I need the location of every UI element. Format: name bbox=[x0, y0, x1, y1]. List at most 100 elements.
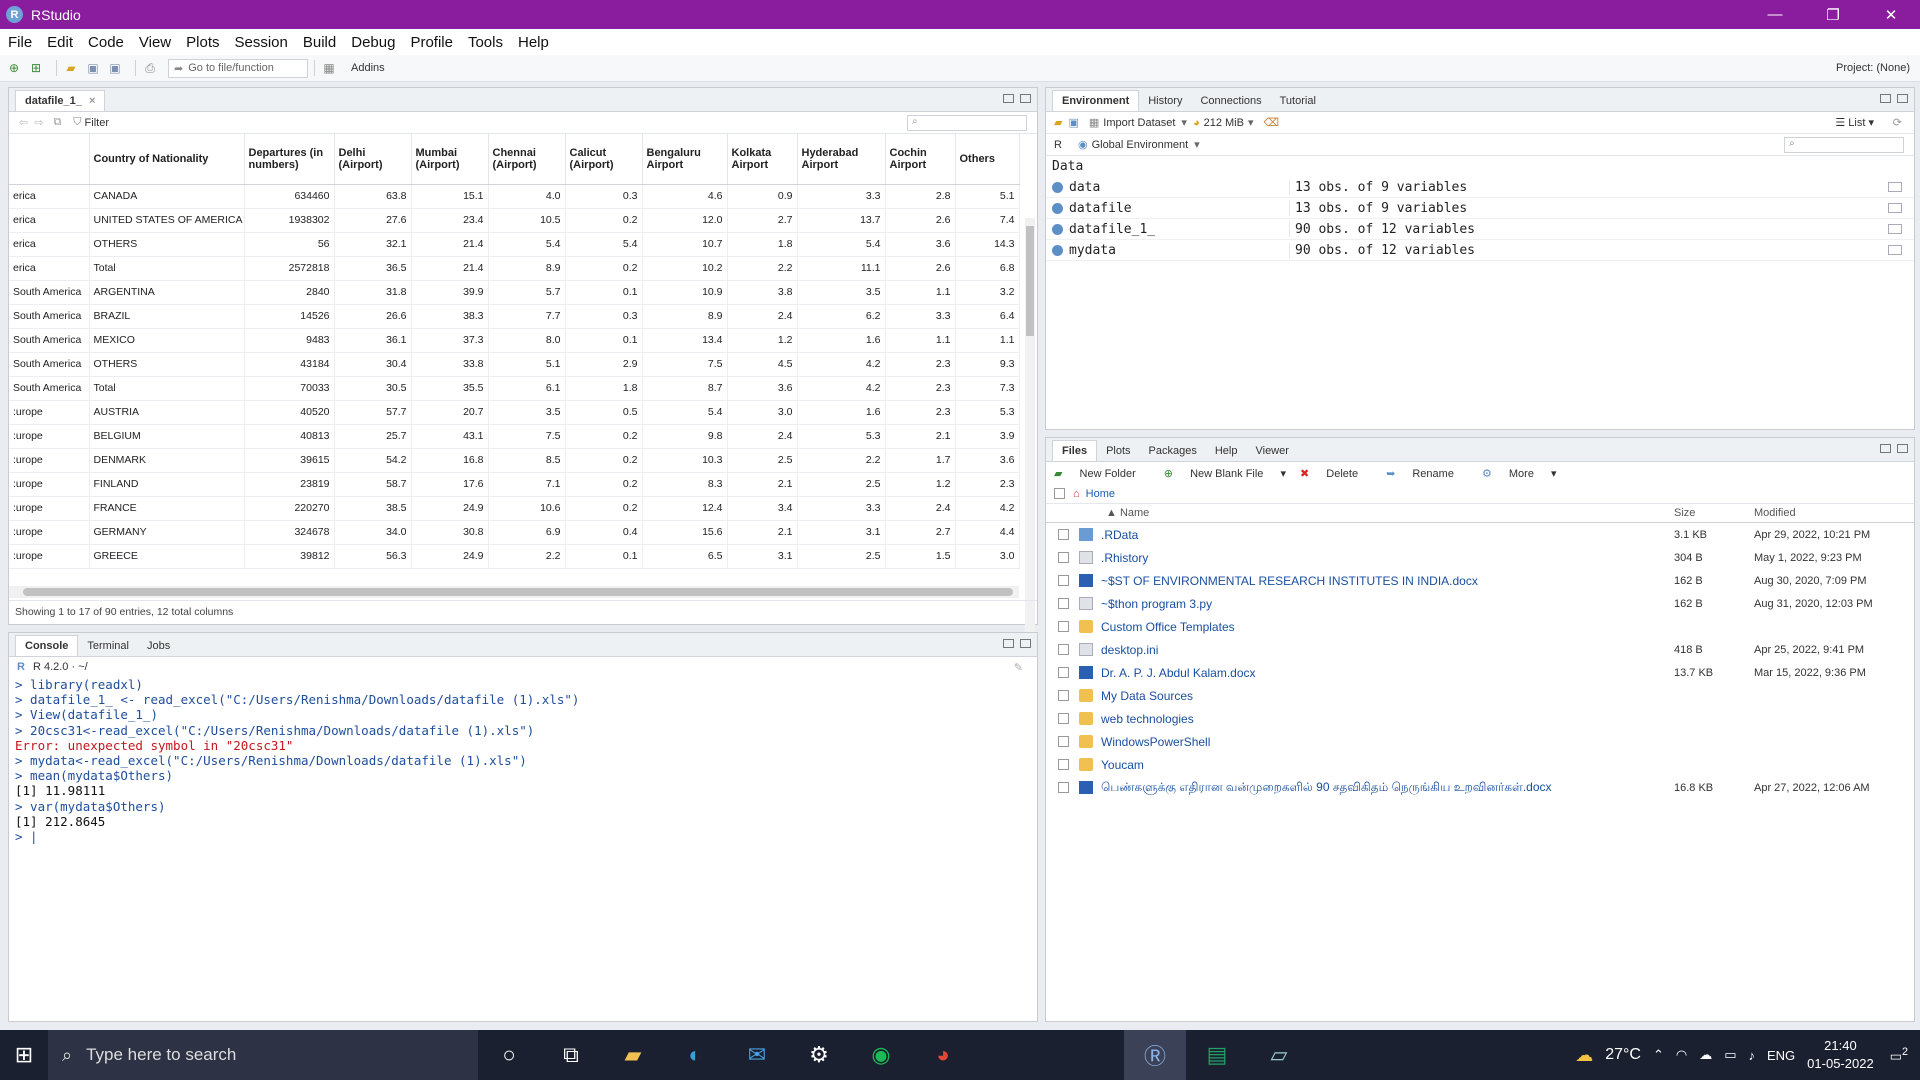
file-row[interactable]: desktop.ini 418 B Apr 25, 2022, 9:41 PM bbox=[1046, 638, 1914, 661]
view-table-icon[interactable] bbox=[1888, 224, 1902, 234]
excel-icon[interactable]: ▤ bbox=[1186, 1030, 1248, 1080]
file-name-link[interactable]: ~$thon program 3.py bbox=[1101, 597, 1671, 611]
file-checkbox[interactable] bbox=[1058, 736, 1069, 747]
column-header[interactable]: Kolkata Airport bbox=[727, 134, 798, 185]
save-workspace-icon[interactable]: ▣ bbox=[1068, 116, 1078, 129]
file-row[interactable]: Youcam bbox=[1046, 753, 1914, 776]
minimize-pane-icon[interactable] bbox=[1880, 444, 1891, 453]
column-header[interactable]: Others bbox=[955, 134, 1020, 185]
tab-datafile[interactable]: datafile_1_ × bbox=[15, 90, 106, 111]
column-modified-header[interactable]: Modified bbox=[1754, 507, 1796, 519]
menu-code[interactable]: Code bbox=[88, 34, 124, 51]
column-header[interactable]: Delhi (Airport) bbox=[334, 134, 412, 185]
file-checkbox[interactable] bbox=[1058, 690, 1069, 701]
file-name-link[interactable]: .Rhistory bbox=[1101, 551, 1671, 565]
file-row[interactable]: .RData 3.1 KB Apr 29, 2022, 10:21 PM bbox=[1046, 523, 1914, 546]
file-checkbox[interactable] bbox=[1058, 575, 1069, 586]
menu-file[interactable]: File bbox=[8, 34, 32, 51]
file-checkbox[interactable] bbox=[1058, 552, 1069, 563]
column-header[interactable]: Mumbai (Airport) bbox=[411, 134, 489, 185]
viewer-search-input[interactable]: ⌕ bbox=[907, 115, 1027, 131]
addins-menu[interactable]: Addins bbox=[351, 62, 385, 74]
view-table-icon[interactable] bbox=[1888, 203, 1902, 213]
maximize-button[interactable]: ❐ bbox=[1804, 0, 1862, 29]
tab-help[interactable]: Help bbox=[1206, 441, 1247, 461]
tab-packages[interactable]: Packages bbox=[1140, 441, 1206, 461]
maximize-pane-icon[interactable] bbox=[1020, 94, 1031, 103]
file-checkbox[interactable] bbox=[1058, 782, 1069, 793]
file-name-link[interactable]: web technologies bbox=[1101, 712, 1671, 726]
menu-tools[interactable]: Tools bbox=[468, 34, 503, 51]
column-header[interactable]: Chennai (Airport) bbox=[488, 134, 566, 185]
column-header[interactable]: Departures (in numbers) bbox=[244, 134, 335, 185]
env-variable-row[interactable]: mydata 90 obs. of 12 variables bbox=[1046, 240, 1914, 261]
save-all-icon[interactable]: ▣ bbox=[107, 60, 123, 76]
file-name-link[interactable]: Youcam bbox=[1101, 758, 1671, 772]
task-view-icon[interactable]: ⧉ bbox=[540, 1030, 602, 1080]
language-dropdown[interactable]: R bbox=[1054, 139, 1062, 151]
mail-icon[interactable]: ✉ bbox=[726, 1030, 788, 1080]
import-dataset-button[interactable]: Import Dataset bbox=[1103, 117, 1175, 129]
taskbar-search[interactable]: ⌕ Type here to search bbox=[48, 1030, 478, 1080]
menu-view[interactable]: View bbox=[139, 34, 171, 51]
settings-gear-icon[interactable]: ⚙ bbox=[788, 1030, 850, 1080]
new-folder-button[interactable]: ▰ New Folder bbox=[1054, 467, 1150, 480]
tab-terminal[interactable]: Terminal bbox=[78, 636, 138, 656]
select-all-checkbox[interactable] bbox=[1054, 488, 1065, 499]
env-variable-row[interactable]: datafile 13 obs. of 9 variables bbox=[1046, 198, 1914, 219]
spotify-icon[interactable]: ◉ bbox=[850, 1030, 912, 1080]
file-row[interactable]: web technologies bbox=[1046, 707, 1914, 730]
view-mode-dropdown[interactable]: ☰ List ▾ bbox=[1835, 116, 1874, 129]
delete-button[interactable]: ✖ Delete bbox=[1300, 467, 1372, 480]
file-name-link[interactable]: ~$ST OF ENVIRONMENTAL RESEARCH INSTITUTE… bbox=[1101, 574, 1671, 588]
workspace-panes-icon[interactable]: ▦ bbox=[321, 60, 337, 76]
file-row[interactable]: Custom Office Templates bbox=[1046, 615, 1914, 638]
menu-session[interactable]: Session bbox=[235, 34, 288, 51]
file-name-link[interactable]: Dr. A. P. J. Abdul Kalam.docx bbox=[1101, 666, 1671, 680]
cortana-icon[interactable]: ○ bbox=[478, 1030, 540, 1080]
env-variable-row[interactable]: data 13 obs. of 9 variables bbox=[1046, 177, 1914, 198]
file-name-link[interactable]: WindowsPowerShell bbox=[1101, 735, 1671, 749]
memory-usage[interactable]: 212 MiB bbox=[1204, 117, 1244, 129]
more-button[interactable]: ⚙ More ▾ bbox=[1482, 467, 1557, 480]
language-indicator[interactable]: ENG bbox=[1767, 1048, 1795, 1063]
file-row[interactable]: My Data Sources bbox=[1046, 684, 1914, 707]
load-workspace-icon[interactable]: ▰ bbox=[1054, 116, 1062, 129]
menu-build[interactable]: Build bbox=[303, 34, 336, 51]
tab-jobs[interactable]: Jobs bbox=[138, 636, 179, 656]
print-icon[interactable]: ⎙ bbox=[142, 60, 158, 76]
clear-console-icon[interactable]: ✎ bbox=[1014, 661, 1023, 674]
file-row[interactable]: பெண்களுக்கு எதிரான வன்முறைகளில் 90 சதவிக… bbox=[1046, 776, 1914, 799]
menu-edit[interactable]: Edit bbox=[47, 34, 73, 51]
file-name-link[interactable]: My Data Sources bbox=[1101, 689, 1671, 703]
column-header[interactable]: Country of Nationality bbox=[89, 134, 245, 185]
minimize-button[interactable]: — bbox=[1746, 0, 1804, 29]
file-row[interactable]: WindowsPowerShell bbox=[1046, 730, 1914, 753]
path-home-link[interactable]: Home bbox=[1086, 488, 1115, 500]
weather-temp[interactable]: 27°C bbox=[1605, 1046, 1641, 1064]
open-file-icon[interactable]: ▰ bbox=[63, 60, 79, 76]
file-name-link[interactable]: desktop.ini bbox=[1101, 643, 1671, 657]
battery-icon[interactable]: ▭ bbox=[1724, 1047, 1736, 1063]
new-blank-file-button[interactable]: ⊕ New Blank File ▾ bbox=[1164, 467, 1286, 480]
column-header[interactable]: Bengaluru Airport bbox=[642, 134, 728, 185]
tab-environment[interactable]: Environment bbox=[1052, 90, 1140, 111]
close-button[interactable]: ✕ bbox=[1862, 0, 1920, 29]
file-name-link[interactable]: பெண்களுக்கு எதிரான வன்முறைகளில் 90 சதவிக… bbox=[1101, 780, 1671, 796]
file-checkbox[interactable] bbox=[1058, 529, 1069, 540]
column-header[interactable]: Hyderabad Airport bbox=[797, 134, 886, 185]
back-arrow-icon[interactable]: ⇦ bbox=[19, 116, 28, 129]
forward-arrow-icon[interactable]: ⇨ bbox=[34, 116, 43, 129]
windows-start-icon[interactable]: ⊞ bbox=[0, 1030, 48, 1080]
column-size-header[interactable]: Size bbox=[1674, 507, 1695, 519]
expand-icon[interactable] bbox=[1052, 223, 1063, 235]
file-checkbox[interactable] bbox=[1058, 713, 1069, 724]
clock[interactable]: 21:40 01-05-2022 bbox=[1807, 1037, 1874, 1073]
column-header[interactable]: Cochin Airport bbox=[885, 134, 956, 185]
expand-icon[interactable] bbox=[1052, 202, 1063, 214]
view-table-icon[interactable] bbox=[1888, 182, 1902, 192]
column-header[interactable] bbox=[9, 134, 90, 185]
expand-icon[interactable] bbox=[1052, 181, 1063, 193]
minimize-pane-icon[interactable] bbox=[1003, 94, 1014, 103]
column-name-header[interactable]: ▲ Name bbox=[1106, 507, 1149, 519]
